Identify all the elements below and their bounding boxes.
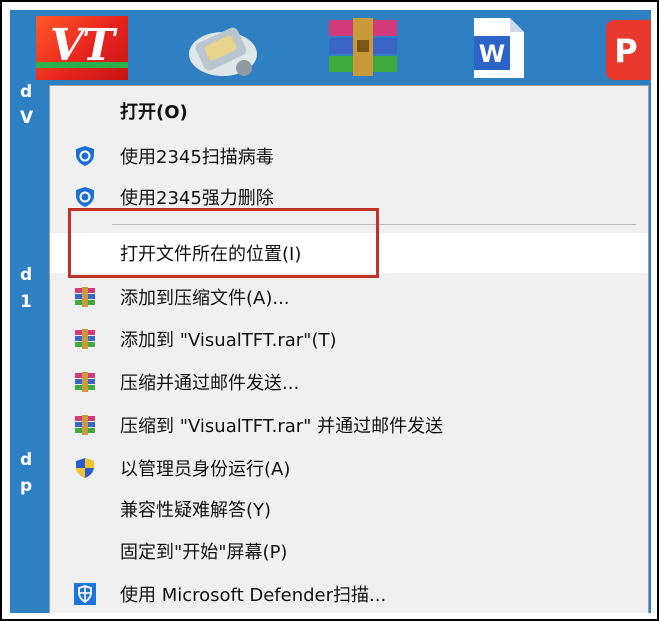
wps-pdf-icon: P	[606, 20, 651, 80]
network-connector-app-icon[interactable]	[180, 16, 266, 80]
screenshot-frame: VT W P d V d 1 d p 打开(O) 使用2345扫描病毒 使用23…	[0, 0, 659, 621]
desktop-label-fragment: V	[20, 108, 34, 128]
menu-item-add-to-archive[interactable]: 添加到压缩文件(A)...	[50, 277, 648, 317]
desktop-label-fragment: d	[20, 450, 33, 470]
annotation-highlight-box	[68, 208, 379, 278]
context-menu: 打开(O) 使用2345扫描病毒 使用2345强力删除 打开文件所在的位置(I)	[49, 85, 649, 613]
menu-item-add-to-visualtft-rar[interactable]: 添加到 "VisualTFT.rar"(T)	[50, 319, 648, 359]
word-app-icon[interactable]: W	[450, 16, 542, 80]
connector-icon	[189, 27, 257, 76]
winrar-app-icon[interactable]	[315, 16, 411, 80]
word-document-icon: W	[474, 18, 524, 78]
desktop-label-fragment: 1	[20, 292, 32, 312]
menu-item-label: 打开(O)	[120, 102, 188, 123]
winrar-icon	[75, 372, 95, 392]
menu-item-open[interactable]: 打开(O)	[50, 91, 648, 131]
desktop-label-fragment: p	[20, 476, 33, 496]
desktop-label-fragment: d	[20, 265, 33, 285]
menu-item-label: 使用2345扫描病毒	[120, 147, 274, 168]
defender-icon	[74, 583, 96, 605]
menu-item-label: 固定到"开始"屏幕(P)	[120, 542, 288, 563]
menu-item-compress-to-visualtft-rar-and-email[interactable]: 压缩到 "VisualTFT.rar" 并通过邮件发送	[50, 405, 648, 445]
menu-item-run-as-admin[interactable]: 以管理员身份运行(A)	[50, 448, 648, 488]
svg-text:P: P	[614, 32, 637, 70]
menu-item-2345-scan[interactable]: 使用2345扫描病毒	[50, 136, 648, 176]
menu-item-label: 压缩到 "VisualTFT.rar" 并通过邮件发送	[120, 416, 444, 437]
desktop-label-fragment: d	[20, 82, 33, 102]
winrar-icon	[75, 287, 95, 307]
menu-item-label: 使用 Microsoft Defender扫描...	[120, 585, 387, 606]
winrar-icon	[75, 329, 95, 349]
visualtft-app-icon[interactable]: VT	[36, 16, 128, 80]
winrar-icon	[75, 415, 95, 435]
vt-logo-bar	[36, 62, 128, 68]
menu-item-compress-and-email[interactable]: 压缩并通过邮件发送...	[50, 362, 648, 402]
menu-item-label: 添加到压缩文件(A)...	[120, 288, 290, 309]
uac-shield-icon	[76, 458, 94, 478]
wps-app-icon[interactable]: P	[600, 16, 651, 80]
menu-item-compatibility-troubleshoot[interactable]: 兼容性疑难解答(Y)	[50, 489, 648, 529]
desktop-background: VT W P d V d 1 d p 打开(O) 使用2345扫描病毒 使用23…	[10, 10, 651, 613]
shield-2345-icon	[76, 187, 94, 207]
menu-item-label: 添加到 "VisualTFT.rar"(T)	[120, 330, 337, 351]
menu-item-label: 以管理员身份运行(A)	[120, 459, 291, 480]
shield-2345-icon	[76, 146, 94, 166]
menu-item-defender-scan[interactable]: 使用 Microsoft Defender扫描...	[50, 574, 648, 613]
menu-item-label: 使用2345强力删除	[120, 188, 274, 209]
menu-item-pin-to-start[interactable]: 固定到"开始"屏幕(P)	[50, 531, 648, 571]
menu-item-label: 兼容性疑难解答(Y)	[120, 500, 272, 521]
menu-item-label: 压缩并通过邮件发送...	[120, 373, 300, 394]
winrar-books-icon	[329, 18, 397, 76]
svg-text:W: W	[479, 40, 505, 68]
